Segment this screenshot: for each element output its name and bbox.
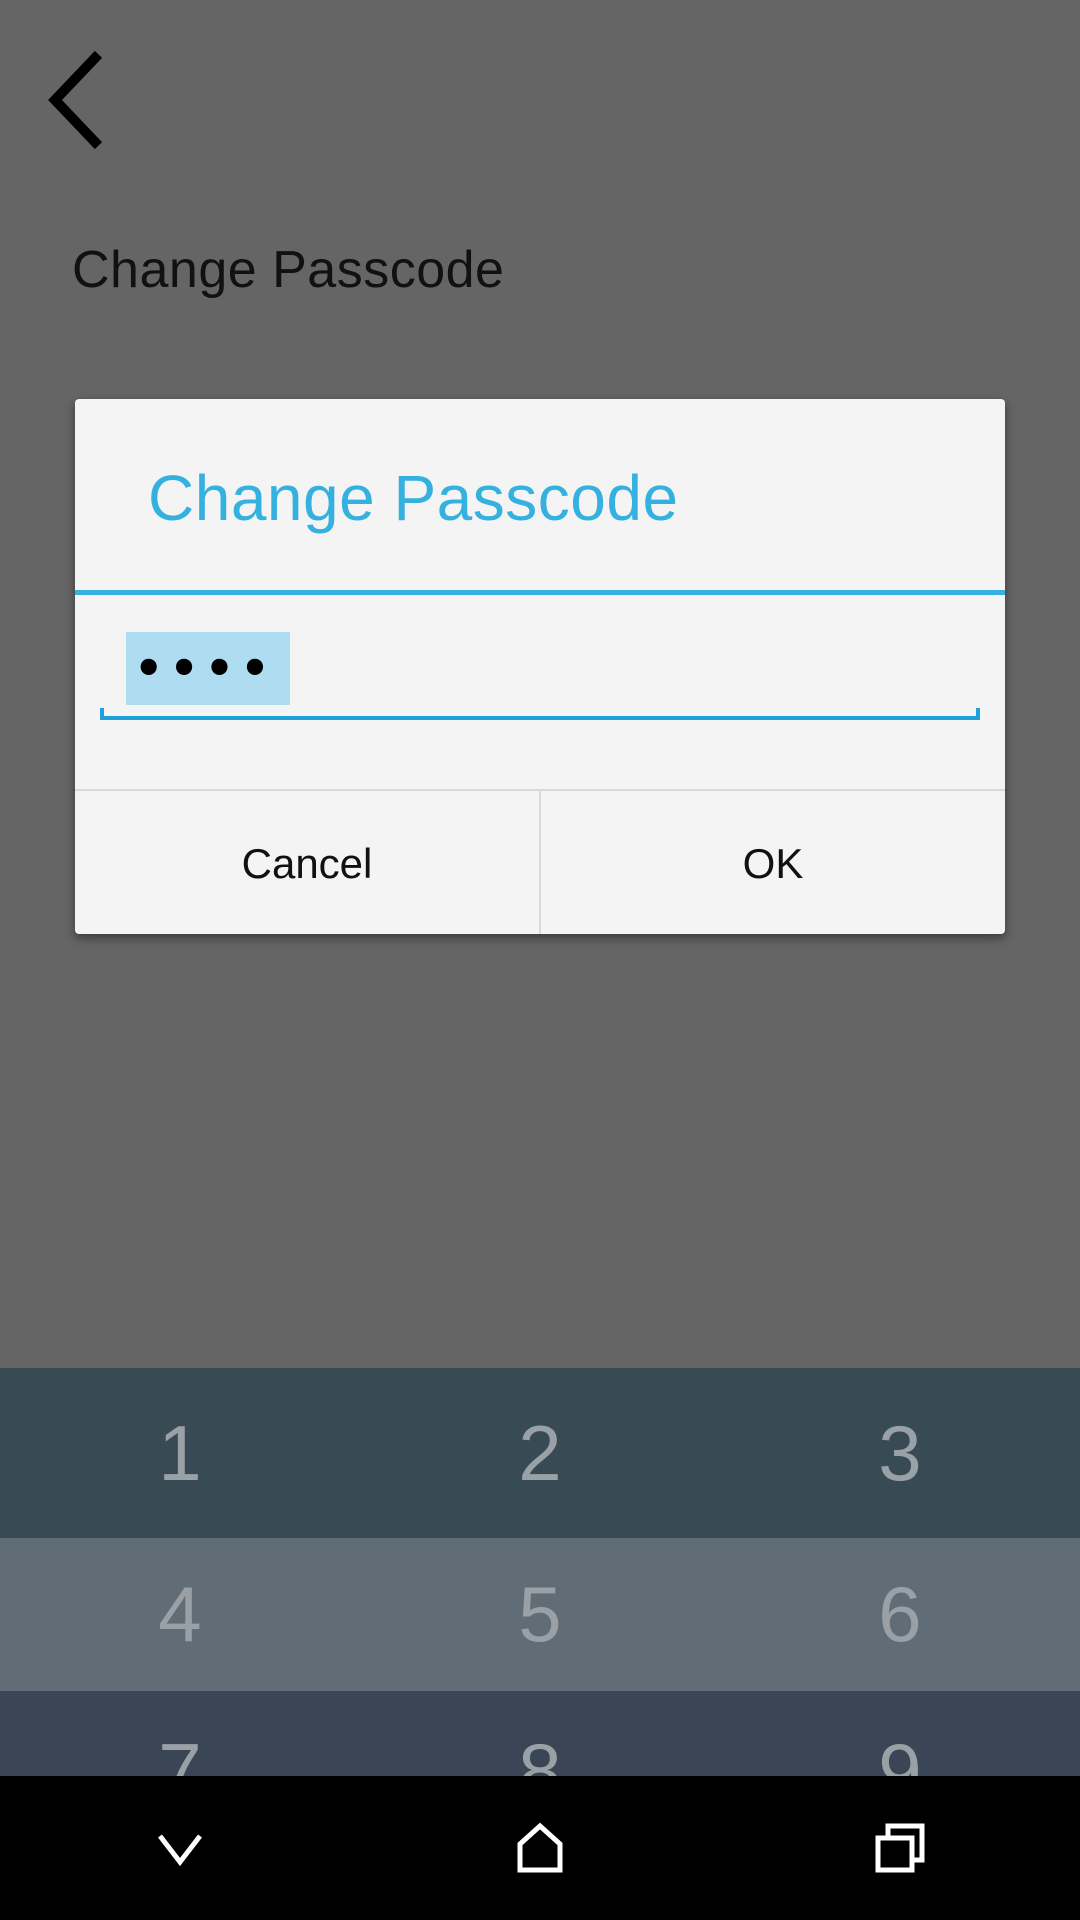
back-arrow-icon [48, 50, 103, 150]
nav-back-button[interactable] [0, 1776, 360, 1920]
page-title: Change Passcode [72, 241, 505, 299]
key-9[interactable]: 9 [720, 1691, 1080, 1776]
nav-home-button[interactable] [360, 1776, 720, 1920]
key-5[interactable]: 5 [360, 1538, 720, 1691]
key-1[interactable]: 1 [0, 1368, 360, 1538]
passcode-value-selected: •••• [126, 632, 290, 705]
nav-recents-icon [875, 1823, 925, 1873]
ok-button[interactable]: OK [541, 791, 1005, 934]
keypad-row-3: 7 8 9 [0, 1691, 1080, 1776]
key-6[interactable]: 6 [720, 1538, 1080, 1691]
nav-back-icon [158, 1834, 202, 1867]
screen: Change Passcode 1 2 3 4 5 6 7 8 9 Change… [0, 0, 1080, 1920]
dialog-title-divider [75, 590, 1005, 595]
back-button[interactable] [30, 40, 120, 160]
key-8[interactable]: 8 [360, 1691, 720, 1776]
nav-home-icon [517, 1822, 563, 1873]
key-7[interactable]: 7 [0, 1691, 360, 1776]
input-underline-right-tick [976, 708, 980, 720]
dialog-title: Change Passcode [148, 462, 679, 534]
key-3[interactable]: 3 [720, 1368, 1080, 1538]
input-underline-left-tick [100, 708, 104, 720]
keypad-row-2: 4 5 6 [0, 1538, 1080, 1691]
keypad-row-1: 1 2 3 [0, 1368, 1080, 1538]
dialog-button-row: Cancel OK [75, 789, 1005, 934]
input-underline [100, 716, 980, 720]
key-4[interactable]: 4 [0, 1538, 360, 1691]
nav-recents-button[interactable] [720, 1776, 1080, 1920]
cancel-button[interactable]: Cancel [75, 791, 541, 934]
system-navigation-bar [0, 1776, 1080, 1920]
numeric-keypad: 1 2 3 4 5 6 7 8 9 [0, 1368, 1080, 1776]
change-passcode-dialog: Change Passcode •••• Cancel OK [75, 399, 1005, 934]
key-2[interactable]: 2 [360, 1368, 720, 1538]
passcode-input[interactable]: •••• [100, 632, 980, 720]
